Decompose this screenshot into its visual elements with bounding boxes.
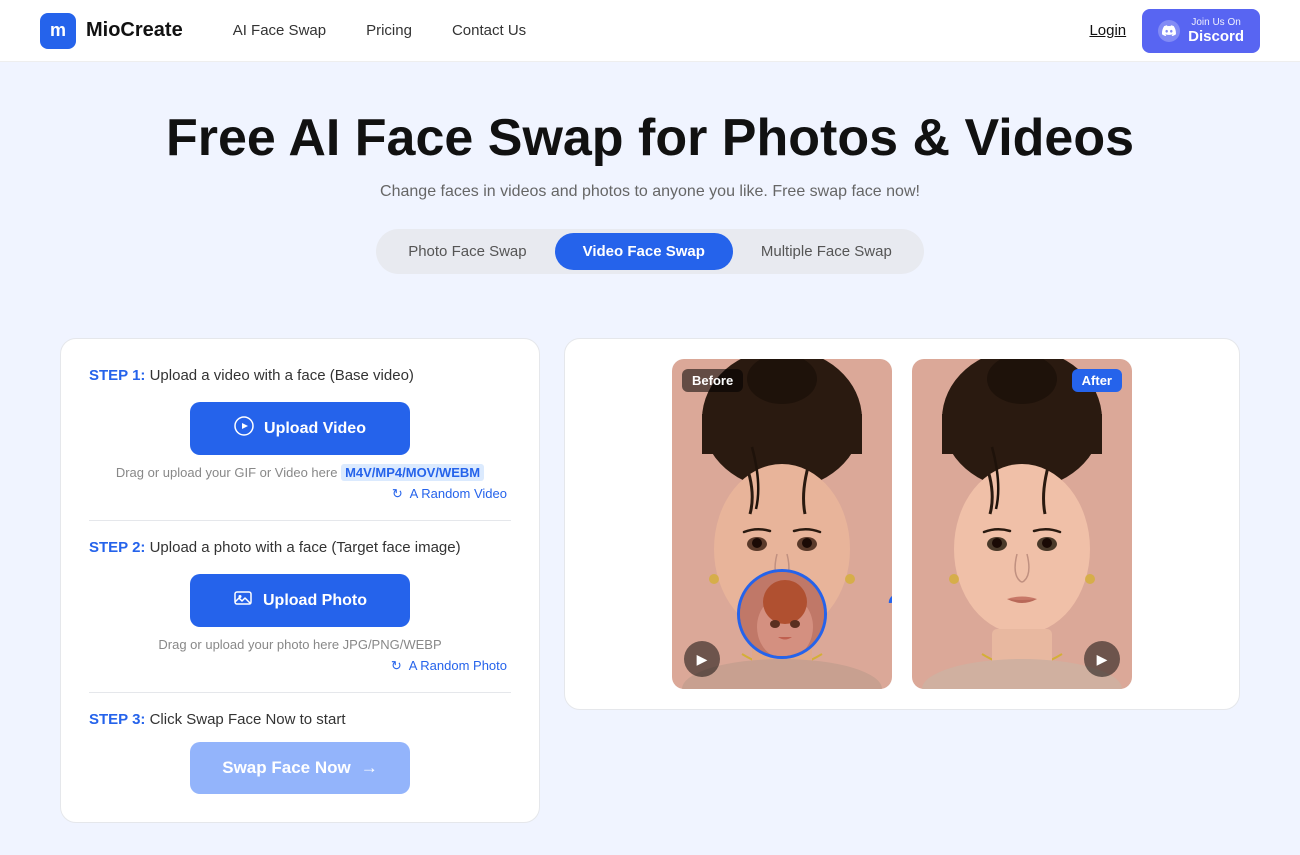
tab-video-face-swap[interactable]: Video Face Swap (555, 233, 733, 270)
swap-arrow-icon: ↷ (888, 588, 892, 619)
login-link[interactable]: Login (1089, 22, 1126, 39)
hero-section: Free AI Face Swap for Photos & Videos Ch… (0, 62, 1300, 338)
discord-button[interactable]: Join Us On Discord (1142, 9, 1260, 53)
after-badge: After (1072, 369, 1122, 392)
random-photo-link[interactable]: ↻ A Random Photo (89, 658, 511, 674)
random-video-link[interactable]: ↻ A Random Video (89, 486, 511, 502)
after-face-svg (912, 359, 1132, 689)
play-button-after[interactable]: ▶ (1084, 641, 1120, 677)
before-image-container: Before (672, 359, 892, 689)
swap-face-now-button[interactable]: Swap Face Now → (190, 742, 410, 794)
step2-label: STEP 2: Upload a photo with a face (Targ… (89, 539, 511, 556)
logo[interactable]: m MioCreate (40, 13, 183, 49)
preview-panel: Before (564, 338, 1240, 710)
thumbnail-circle (737, 569, 827, 659)
nav-contact-us[interactable]: Contact Us (452, 22, 526, 39)
tab-multiple-face-swap[interactable]: Multiple Face Swap (733, 233, 920, 270)
logo-name: MioCreate (86, 19, 183, 42)
tab-group: Photo Face Swap Video Face Swap Multiple… (376, 229, 924, 274)
main-content: STEP 1: Upload a video with a face (Base… (0, 338, 1300, 855)
before-after-images: Before (672, 359, 1132, 689)
logo-icon: m (40, 13, 76, 49)
step3-label: STEP 3: Click Swap Face Now to start (89, 711, 511, 728)
upload-video-button[interactable]: Upload Video (190, 402, 410, 455)
navbar: m MioCreate AI Face Swap Pricing Contact… (0, 0, 1300, 62)
nav-right: Login Join Us On Discord (1089, 9, 1260, 53)
drag-photo-text: Drag or upload your photo here JPG/PNG/W… (89, 637, 511, 652)
refresh-icon-2: ↻ (391, 658, 402, 673)
divider-1 (89, 520, 511, 521)
discord-text: Join Us On Discord (1188, 17, 1244, 45)
divider-2 (89, 692, 511, 693)
drag-video-text: Drag or upload your GIF or Video here M4… (89, 465, 511, 480)
refresh-icon: ↻ (392, 486, 403, 501)
upload-photo-button[interactable]: Upload Photo (190, 574, 410, 627)
nav-pricing[interactable]: Pricing (366, 22, 412, 39)
play-button-before[interactable]: ▶ (684, 641, 720, 677)
nav-ai-face-swap[interactable]: AI Face Swap (233, 22, 326, 39)
discord-icon (1158, 20, 1180, 42)
image-icon (233, 588, 253, 613)
tab-photo-face-swap[interactable]: Photo Face Swap (380, 233, 554, 270)
upload-panel: STEP 1: Upload a video with a face (Base… (60, 338, 540, 823)
after-image-container: After (912, 359, 1132, 689)
hero-title: Free AI Face Swap for Photos & Videos (40, 110, 1260, 167)
nav-links: AI Face Swap Pricing Contact Us (233, 22, 1090, 39)
before-badge: Before (682, 369, 743, 392)
hero-subtitle: Change faces in videos and photos to any… (40, 183, 1260, 201)
play-circle-icon (234, 416, 254, 441)
step1-label: STEP 1: Upload a video with a face (Base… (89, 367, 511, 384)
